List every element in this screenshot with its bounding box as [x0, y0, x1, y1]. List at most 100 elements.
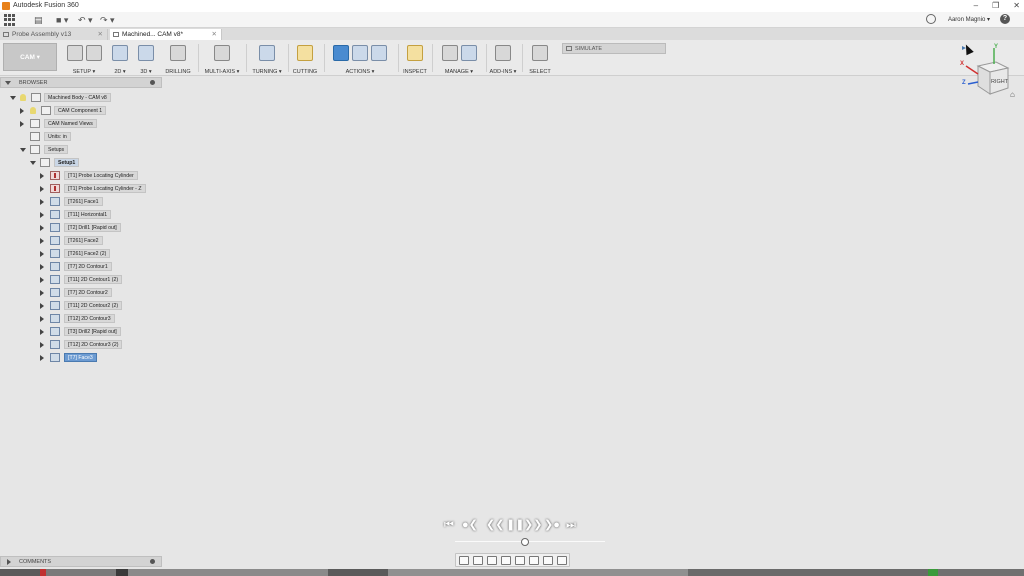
help-icon[interactable]: ?	[1000, 14, 1010, 24]
redo-icon[interactable]: ↷ ▾	[100, 14, 115, 26]
expand-arrow-icon[interactable]	[40, 251, 44, 257]
file-menu-icon[interactable]: ▤	[34, 14, 43, 26]
expand-arrow-icon[interactable]	[20, 148, 26, 152]
cutting-tool	[249, 148, 361, 350]
2d-label: 2D ▾	[114, 69, 126, 75]
undo-icon[interactable]: ↶ ▾	[78, 14, 93, 26]
collapse-arrow-icon[interactable]	[5, 81, 11, 85]
step-back-icon[interactable]: ❮❮	[486, 518, 504, 532]
previous-operation-icon[interactable]: ●❮	[462, 518, 478, 532]
expand-arrow-icon[interactable]	[40, 290, 44, 296]
multi-axis-group[interactable]: MULTI-AXIS ▾	[202, 43, 242, 75]
display-settings-icon[interactable]	[529, 555, 539, 565]
expand-arrow-icon[interactable]	[10, 96, 16, 100]
timeline-segment	[328, 569, 388, 576]
save-icon[interactable]: ■ ▾	[56, 14, 68, 26]
ribbon-separator	[432, 44, 433, 72]
expand-arrow-icon[interactable]	[40, 264, 44, 270]
drilling-group[interactable]: DRILLING	[164, 43, 192, 75]
tab-close-icon[interactable]: ✕	[98, 29, 103, 40]
go-to-start-icon[interactable]: ⏮	[444, 518, 454, 532]
look-at-icon[interactable]	[473, 555, 483, 565]
contour-toolpath-icon	[50, 262, 60, 271]
expand-arrow-icon[interactable]	[40, 277, 44, 283]
simulation-progress-track[interactable]	[455, 541, 605, 542]
visibility-bulb-icon[interactable]	[20, 94, 26, 101]
expand-arrow-icon[interactable]	[40, 173, 44, 179]
add-comment-icon[interactable]	[150, 559, 155, 564]
2d-toolpath-icon	[112, 45, 128, 61]
flange-holes	[494, 298, 745, 368]
minimize-button[interactable]: –	[974, 0, 978, 12]
3d-viewport[interactable]	[0, 77, 1024, 571]
3d-toolpath-icon	[138, 45, 154, 61]
expand-arrow-icon[interactable]	[40, 316, 44, 322]
user-account-menu[interactable]: Aaron Magnio ▾	[948, 12, 990, 28]
simulate-panel-tab[interactable]: SIMULATE	[562, 43, 666, 54]
maximize-button[interactable]: ❐	[992, 0, 999, 12]
2d-group[interactable]: 2D ▾	[110, 43, 130, 75]
browser-panel-header[interactable]: BROWSER	[0, 77, 162, 88]
expand-arrow-icon[interactable]	[40, 225, 44, 231]
multi-axis-label: MULTI-AXIS ▾	[204, 69, 240, 75]
select-cursor-icon	[532, 45, 548, 61]
comments-panel-header[interactable]: COMMENTS	[0, 556, 162, 567]
tab-probe-assembly[interactable]: Probe Assembly v13 ✕	[0, 29, 108, 40]
next-operation-icon[interactable]: ❯●	[544, 518, 560, 532]
setup-group[interactable]: SETUP ▾	[62, 43, 106, 75]
pause-icon[interactable]: ❚❚	[506, 518, 524, 532]
home-view-icon[interactable]: ⌂	[1010, 90, 1015, 99]
inspect-label: INSPECT	[403, 69, 427, 75]
zoom-icon[interactable]	[501, 555, 511, 565]
viewports-icon[interactable]	[557, 555, 567, 565]
ribbon-separator	[288, 44, 289, 72]
expand-arrow-icon[interactable]	[20, 121, 24, 127]
window-controls: – ❐ ✕	[974, 0, 1020, 12]
step-forward-icon[interactable]: ❯❯	[524, 518, 542, 532]
go-to-end-icon[interactable]: ⏭	[566, 518, 576, 532]
timeline-bar[interactable]	[0, 569, 1024, 576]
timeline-segment	[0, 569, 40, 576]
expand-arrow-icon[interactable]	[7, 559, 11, 565]
expand-arrow-icon[interactable]	[40, 238, 44, 244]
job-status-clock-icon[interactable]	[926, 14, 936, 24]
expand-arrow-icon[interactable]	[40, 186, 44, 192]
document-icon	[3, 32, 9, 37]
cutting-group[interactable]: CUTTING	[290, 43, 320, 75]
expand-arrow-icon[interactable]	[40, 355, 44, 361]
visibility-bulb-icon[interactable]	[30, 107, 36, 114]
expand-arrow-icon[interactable]	[40, 342, 44, 348]
inspect-group[interactable]: INSPECT	[402, 43, 428, 75]
tool-library-icon	[441, 45, 458, 61]
pan-icon[interactable]	[487, 555, 497, 565]
close-button[interactable]: ✕	[1013, 0, 1020, 12]
manage-label: MANAGE ▾	[444, 69, 474, 75]
setup-label: SETUP ▾	[72, 69, 96, 75]
orbit-icon[interactable]	[459, 555, 469, 565]
expand-arrow-icon[interactable]	[30, 161, 36, 165]
grid-settings-icon[interactable]	[543, 555, 553, 565]
add-ins-group[interactable]: ADD-INS ▾	[488, 43, 518, 75]
expand-arrow-icon[interactable]	[40, 329, 44, 335]
manage-group[interactable]: MANAGE ▾	[436, 43, 482, 75]
add-ins-icon	[495, 45, 511, 61]
tab-label: Machined... CAM v8*	[122, 31, 184, 38]
select-group[interactable]: SELECT	[526, 43, 554, 75]
tab-close-icon[interactable]: ✕	[212, 29, 217, 40]
face-toolpath-icon	[50, 249, 60, 258]
expand-arrow-icon[interactable]	[20, 108, 24, 114]
turning-group[interactable]: TURNING ▾	[250, 43, 284, 75]
expand-arrow-icon[interactable]	[40, 303, 44, 309]
actions-group[interactable]: ACTIONS ▾	[328, 43, 392, 75]
data-panel-grid-icon[interactable]	[4, 14, 16, 26]
3d-group[interactable]: 3D ▾	[136, 43, 156, 75]
tab-machined-cam[interactable]: Machined... CAM v8* ✕	[110, 29, 222, 40]
fit-icon[interactable]	[515, 555, 525, 565]
expand-arrow-icon[interactable]	[40, 212, 44, 218]
browser-options-icon[interactable]	[150, 80, 155, 85]
expand-arrow-icon[interactable]	[40, 199, 44, 205]
workspace-switcher[interactable]: CAM ▾	[3, 43, 57, 71]
ribbon-separator	[522, 44, 523, 72]
timeline-marker	[928, 569, 938, 576]
simulation-progress-slider[interactable]	[521, 538, 529, 546]
